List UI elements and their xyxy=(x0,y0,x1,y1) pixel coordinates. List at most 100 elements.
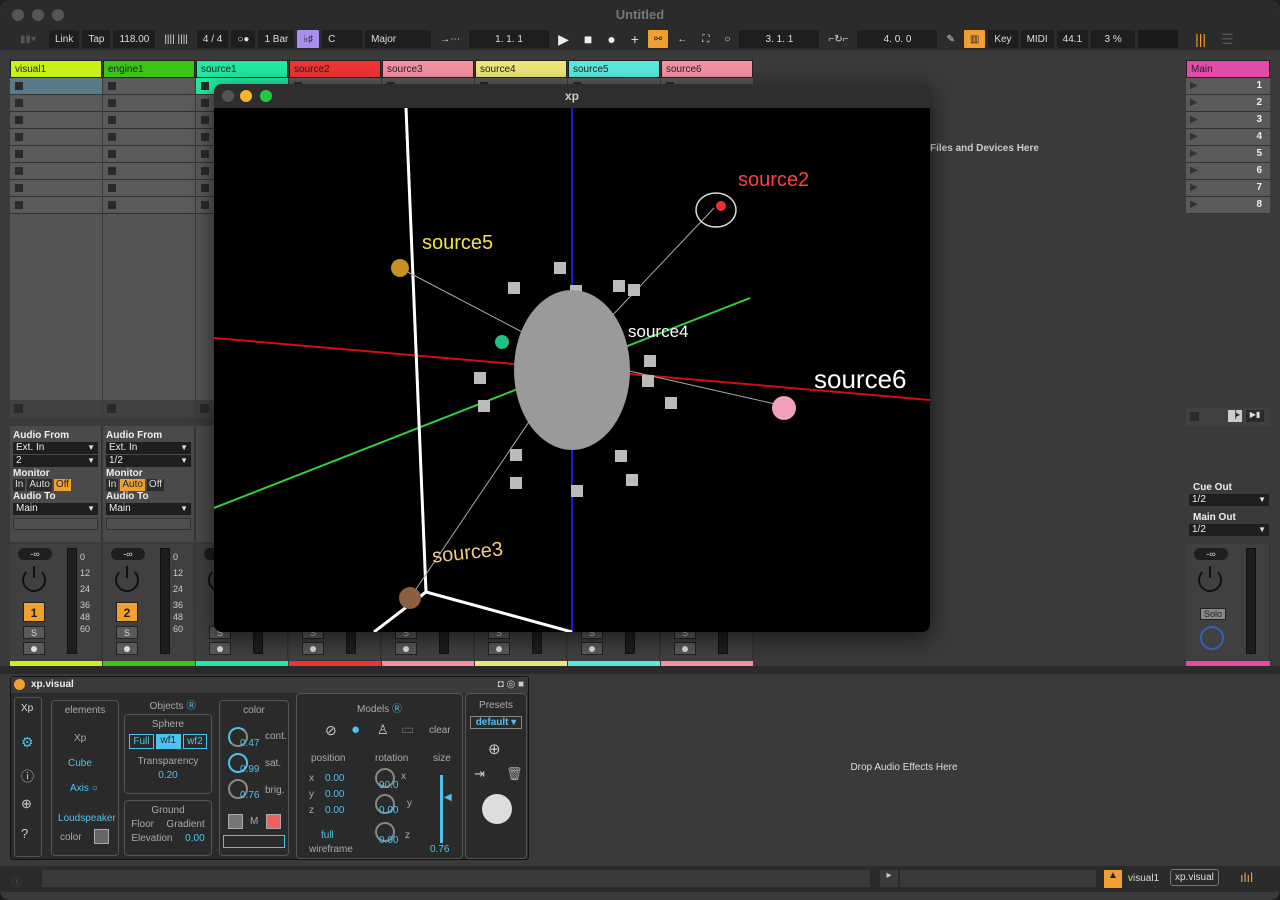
track-activator-button[interactable]: 1 xyxy=(23,602,45,622)
loudspeaker-cube[interactable] xyxy=(510,449,522,461)
scene-play-icon[interactable]: ▶ xyxy=(1190,199,1198,210)
stop-button-icon[interactable] xyxy=(201,133,209,141)
tempo-field[interactable]: 118.00 xyxy=(113,30,156,48)
input-channel-select[interactable]: 2 xyxy=(13,455,98,467)
element-loudspeaker[interactable]: Loudspeaker xyxy=(58,813,116,824)
source3-sphere[interactable] xyxy=(399,587,421,609)
stop-button-icon[interactable] xyxy=(108,201,116,209)
solo-button[interactable]: S xyxy=(116,626,138,639)
scene-launch[interactable]: ▶ 5 xyxy=(1186,146,1270,163)
main-track-header[interactable]: Main xyxy=(1186,60,1270,78)
stop-button-icon[interactable] xyxy=(15,167,23,175)
expand-icon[interactable]: ▸ xyxy=(880,870,898,887)
cue-volume-knob[interactable] xyxy=(1200,626,1224,650)
main-solo-button[interactable]: Solo xyxy=(1200,608,1226,620)
solo-button[interactable]: S xyxy=(23,626,45,639)
stop-button-icon[interactable] xyxy=(15,82,23,90)
loop-start[interactable]: 3. 1. 1 xyxy=(739,30,820,48)
clip-slot[interactable] xyxy=(103,197,195,214)
record-icon[interactable]: ● xyxy=(601,30,621,48)
clip-slot[interactable] xyxy=(103,78,195,95)
loudspeaker-cube[interactable] xyxy=(554,262,566,274)
stop-button-icon[interactable] xyxy=(108,150,116,158)
size-slider[interactable] xyxy=(440,775,443,843)
stop-button-icon[interactable] xyxy=(201,167,209,175)
mode-wf1-button[interactable]: wf1 xyxy=(155,734,182,749)
loudspeaker-cube[interactable] xyxy=(626,474,638,486)
stop-button-icon[interactable] xyxy=(201,184,209,192)
session-record-icon[interactable]: ○ xyxy=(718,30,736,48)
scene-launch[interactable]: ▶ 7 xyxy=(1186,180,1270,197)
empty-slots[interactable] xyxy=(103,214,195,400)
stop-button-icon[interactable] xyxy=(108,99,116,107)
help-icon[interactable]: ? xyxy=(21,826,28,841)
tap-button[interactable]: Tap xyxy=(82,30,111,48)
automation-arm-icon[interactable]: ⚯ xyxy=(647,30,669,48)
scene-launch[interactable]: ▶ 4 xyxy=(1186,129,1270,146)
follow-icon[interactable]: →⋯ xyxy=(434,30,466,48)
stop-button-icon[interactable] xyxy=(15,150,23,158)
track-header[interactable]: visual1 xyxy=(10,60,102,78)
cue-out-select[interactable]: 1/2 xyxy=(1189,494,1269,506)
volume-field[interactable]: -∞ xyxy=(111,548,145,560)
overdub-icon[interactable]: + xyxy=(625,30,645,48)
no-model-icon[interactable]: ⊘ xyxy=(325,722,337,739)
delete-preset-icon[interactable]: 🗑 xyxy=(506,766,523,782)
clip-slot[interactable] xyxy=(103,146,195,163)
track-header[interactable]: source3 xyxy=(382,60,474,78)
tab-xp[interactable]: Xp xyxy=(21,703,33,714)
stop-clips-icon[interactable] xyxy=(107,404,116,413)
main-pan-knob[interactable] xyxy=(1198,566,1222,592)
crossfade-icon[interactable]: ▕▸ xyxy=(1228,410,1242,422)
play-icon[interactable]: ▶ xyxy=(552,30,575,48)
stop-clips-icon[interactable] xyxy=(14,404,23,413)
loudspeaker-cube[interactable] xyxy=(642,375,654,387)
main-volume[interactable]: -∞ xyxy=(1194,548,1228,560)
computer-keyboard-icon[interactable]: ▥ xyxy=(963,30,986,48)
key-map-button[interactable]: Key xyxy=(988,30,1018,48)
monitor-auto-button[interactable]: Auto xyxy=(27,479,52,491)
elevation-value[interactable]: 0.00 xyxy=(185,833,204,844)
stop-button-icon[interactable] xyxy=(201,201,209,209)
loudspeaker-cube[interactable] xyxy=(478,400,490,412)
arm-button[interactable] xyxy=(23,642,45,655)
loudspeaker-cube[interactable] xyxy=(510,477,522,489)
track-header[interactable]: source5 xyxy=(568,60,660,78)
device-header-icons[interactable]: ◘ ◎ ■ xyxy=(498,679,524,690)
scale-toggle-icon[interactable]: ♭♯ xyxy=(297,30,320,48)
info-toggle-icon[interactable]: ⓘ xyxy=(12,873,22,888)
arm-button[interactable] xyxy=(488,642,510,655)
clip-slot[interactable] xyxy=(103,95,195,112)
back-to-arrangement-icon[interactable]: ← xyxy=(671,30,693,48)
session-view-icon[interactable]: ||| xyxy=(1189,30,1212,48)
transparency-value[interactable]: 0.20 xyxy=(125,770,211,781)
clip-slot[interactable] xyxy=(103,112,195,129)
clip-slot[interactable] xyxy=(103,163,195,180)
clip-slot[interactable] xyxy=(103,180,195,197)
size-slider-handle[interactable]: ◀ xyxy=(444,792,452,803)
position-x[interactable]: 0.00 xyxy=(325,773,344,784)
scale-root-select[interactable]: C xyxy=(322,30,363,48)
input-channel-select[interactable]: 1/2 xyxy=(106,455,191,467)
effects-drop-area[interactable]: Drop Audio Effects Here xyxy=(538,676,1270,860)
body-model-icon[interactable]: ♙ xyxy=(377,722,389,738)
folder-icon[interactable]: ▭ xyxy=(401,721,414,738)
scene-play-icon[interactable]: ▶ xyxy=(1190,80,1198,91)
volume-meter[interactable] xyxy=(67,548,77,654)
stop-button-icon[interactable] xyxy=(108,184,116,192)
track-header[interactable]: engine1 xyxy=(103,60,195,78)
status-track-name[interactable]: visual1 xyxy=(1128,873,1159,884)
stop-button-icon[interactable] xyxy=(15,99,23,107)
element-xp[interactable]: Xp xyxy=(74,733,86,744)
stop-button-icon[interactable] xyxy=(201,116,209,124)
loudspeaker-cube[interactable] xyxy=(571,485,583,497)
stop-button-icon[interactable] xyxy=(108,167,116,175)
pan-knob[interactable] xyxy=(115,566,139,592)
arm-button[interactable] xyxy=(395,642,417,655)
position-y[interactable]: 0.00 xyxy=(325,789,344,800)
arm-button[interactable] xyxy=(674,642,696,655)
loudspeaker-cube[interactable] xyxy=(644,355,656,367)
track-header[interactable]: source2 xyxy=(289,60,381,78)
clear-button[interactable]: clear xyxy=(429,725,451,736)
link-button[interactable]: Link xyxy=(49,30,80,48)
